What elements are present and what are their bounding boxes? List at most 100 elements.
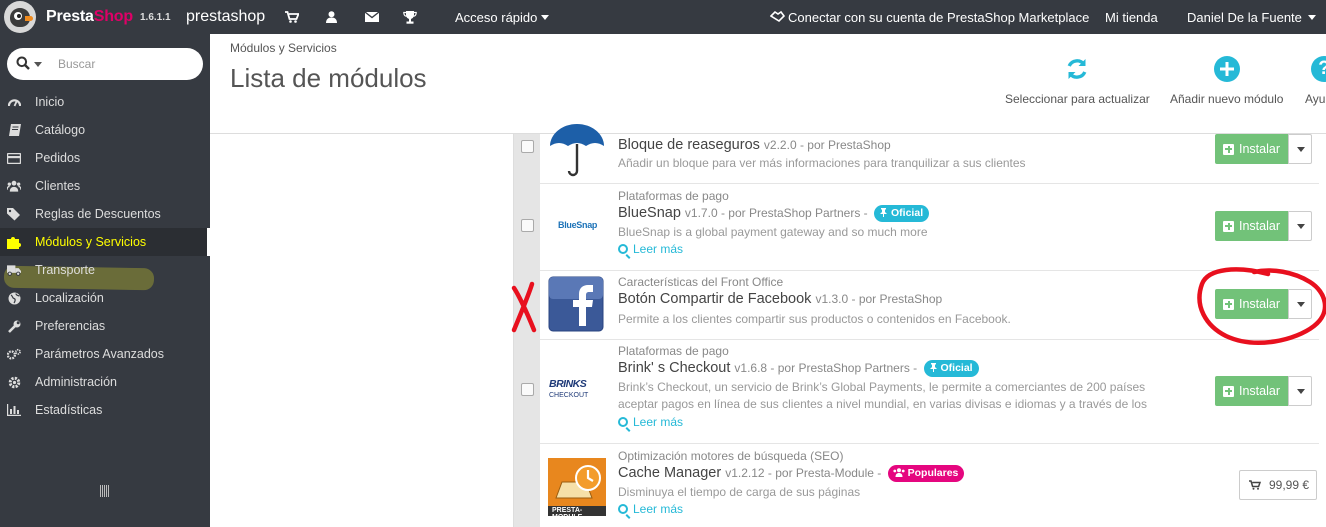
install-dropdown-toggle[interactable] [1288,134,1312,164]
plus-square-icon [1223,298,1234,310]
read-more-link[interactable]: Leer más [618,502,683,516]
question-icon: ? [1311,56,1326,82]
user-menu[interactable]: Daniel De la Fuente [1187,0,1316,34]
module-list: Bloque de reaseguros v2.2.0 - por Presta… [513,124,1319,527]
sidebar: Buscar Inicio Catálogo Pedidos Clientes … [0,34,210,527]
sidebar-item-catalogo[interactable]: Catálogo [0,116,210,144]
chevron-down-icon [541,14,550,20]
sidebar-item-modulos-servicios[interactable]: Módulos y Servicios [0,228,210,256]
module-row-facebook-share: Características del Front Office Botón C… [514,271,1319,340]
tags-icon [7,207,21,221]
module-checkbox[interactable] [521,219,534,232]
install-dropdown-toggle[interactable] [1288,211,1312,241]
module-category: Optimización motores de búsqueda (SEO) [618,449,844,463]
envelope-icon[interactable] [364,0,380,34]
module-checkbox[interactable] [521,383,534,396]
refresh-icon [1064,56,1090,82]
install-dropdown-toggle[interactable] [1288,376,1312,406]
sidebar-item-transporte[interactable]: Transporte [0,256,210,284]
install-button[interactable]: Instalar [1215,376,1288,406]
buy-price-button[interactable]: 99,99 € [1239,470,1317,500]
cart-icon[interactable] [284,0,300,34]
module-category: Plataformas de pago [618,189,729,203]
search-icon [618,417,628,427]
search-box[interactable]: Buscar [7,48,203,80]
search-icon [16,56,30,70]
book-icon [7,123,21,137]
bar-chart-icon [7,403,21,417]
module-name: Botón Compartir de Facebook v1.3.0 - por… [618,291,943,307]
module-name: Brink' s Checkout v1.6.8 - por PrestaSho… [618,360,979,377]
sidebar-item-estadisticas[interactable]: Estadísticas [0,396,210,424]
module-row-bluesnap: BlueSnap Plataformas de pago BlueSnap v1… [514,184,1319,271]
search-icon [618,244,628,254]
sidebar-item-inicio[interactable]: Inicio [0,88,210,116]
sidebar-item-localizacion[interactable]: Localización [0,284,210,312]
truck-icon [7,263,21,277]
plus-square-icon [1223,385,1234,397]
module-name: Cache Manager v1.2.12 - por Presta-Modul… [618,465,965,482]
plus-square-icon [1223,143,1234,155]
cogs-icon [7,347,21,361]
module-category: Características del Front Office [618,275,784,289]
page-header: Módulos y Servicios Lista de módulos Sel… [210,34,1326,134]
select-to-update-button[interactable]: Seleccionar para actualizar [1005,56,1150,106]
user-icon[interactable] [323,0,339,34]
cog-icon [7,375,21,389]
install-button[interactable]: Instalar [1215,211,1288,241]
module-description: Permite a los clientes compartir sus pro… [618,312,1011,326]
sidebar-item-parametros-avanzados[interactable]: Parámetros Avanzados [0,340,210,368]
search-icon [618,504,628,514]
pin-icon [929,363,937,372]
sidebar-item-preferencias[interactable]: Preferencias [0,312,210,340]
module-checkbox[interactable] [521,140,534,153]
pin-icon [880,208,888,217]
plus-square-icon [1223,220,1234,232]
sidebar-item-pedidos[interactable]: Pedidos [0,144,210,172]
breadcrumb[interactable]: Módulos y Servicios [230,41,337,55]
top-bar: Presta Shop 1.6.1.1 prestashop Acceso ráp… [0,0,1326,34]
popular-badge: Populares [887,465,965,482]
install-button[interactable]: Instalar [1215,289,1288,319]
official-badge: Oficial [874,205,930,222]
read-more-link[interactable]: Leer más [618,415,683,429]
trophy-icon[interactable] [402,0,418,34]
official-badge: Oficial [923,360,979,377]
dashboard-icon [7,95,21,109]
chevron-down-icon[interactable] [34,62,42,67]
module-description: Brink’s Checkout, un servicio de Brink’s… [618,380,1147,411]
module-category: Plataformas de pago [618,344,729,358]
users-icon [893,468,905,477]
module-description: BlueSnap is a global payment gateway and… [618,225,928,239]
my-shop-link[interactable]: Mi tienda [1105,0,1158,34]
module-description: Disminuya el tiempo de carga de sus pági… [618,485,861,499]
module-description: Añadir un bloque para ver más informacio… [618,156,1026,170]
sidebar-item-administracion[interactable]: Administración [0,368,210,396]
install-button[interactable]: Instalar [1215,134,1288,164]
collapse-sidebar-icon[interactable] [100,485,110,497]
brinks-module-logo: BRINKS CHECKOUT [549,378,589,399]
version-label: 1.6.1.1 [140,11,171,23]
page-title: Lista de módulos [230,63,427,93]
module-row-cache-manager: PRESTA-MODULE Optimización motores de bú… [514,444,1319,527]
users-icon [7,179,21,193]
globe-icon [7,291,21,305]
sidebar-item-reglas-descuentos[interactable]: Reglas de Descuentos [0,200,210,228]
marketplace-link[interactable]: Conectar con su cuenta de PrestaShop Mar… [770,0,1089,34]
sidebar-item-clientes[interactable]: Clientes [0,172,210,200]
prestashop-logo-icon[interactable] [4,1,36,33]
handshake-icon [770,10,785,23]
read-more-link[interactable]: Leer más [618,242,683,256]
brand-name[interactable]: Presta Shop [46,0,133,34]
wrench-icon [7,319,21,333]
module-name: BlueSnap v1.7.0 - por PrestaShop Partner… [618,205,930,222]
module-row-reassurance: Bloque de reaseguros v2.2.0 - por Presta… [514,124,1319,184]
shop-name-link[interactable]: prestashop [186,0,265,34]
install-dropdown-toggle[interactable] [1288,289,1312,319]
bluesnap-module-logo: BlueSnap [558,220,598,230]
search-input[interactable]: Buscar [58,57,95,71]
add-new-module-button[interactable]: Añadir nuevo módulo [1170,56,1283,106]
help-button[interactable]: ? Ayu [1305,56,1326,106]
quick-access-menu[interactable]: Acceso rápido [455,0,550,34]
puzzle-icon [7,235,21,249]
